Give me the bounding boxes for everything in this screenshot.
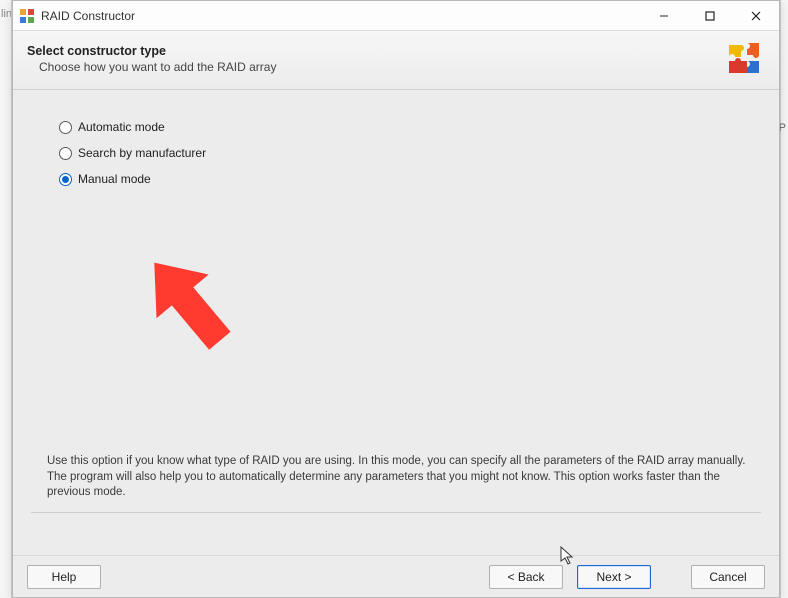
radio-label: Manual mode [78, 172, 151, 186]
option-description: Use this option if you know what type of… [47, 454, 755, 501]
app-icon [19, 8, 35, 24]
wizard-footer: Help < Back Next > Cancel [13, 555, 779, 597]
annotation-arrow-icon [129, 244, 249, 364]
help-button[interactable]: Help [27, 565, 101, 589]
close-button[interactable] [733, 1, 779, 30]
back-button[interactable]: < Back [489, 565, 563, 589]
page-title: Select constructor type [27, 44, 717, 58]
puzzle-icon [725, 39, 765, 79]
radio-icon [59, 121, 72, 134]
next-button[interactable]: Next > [577, 565, 651, 589]
radio-icon [59, 173, 72, 186]
maximize-button[interactable] [687, 1, 733, 30]
wizard-header: Select constructor type Choose how you w… [13, 31, 779, 90]
separator [31, 512, 761, 513]
content-area: Automatic mode Search by manufacturer Ma… [13, 90, 779, 555]
radio-manual-mode[interactable]: Manual mode [59, 172, 743, 186]
constructor-type-group: Automatic mode Search by manufacturer Ma… [59, 120, 743, 186]
cancel-button[interactable]: Cancel [691, 565, 765, 589]
page-subtitle: Choose how you want to add the RAID arra… [39, 60, 717, 74]
radio-label: Automatic mode [78, 120, 165, 134]
window-title: RAID Constructor [41, 9, 641, 23]
radio-automatic-mode[interactable]: Automatic mode [59, 120, 743, 134]
radio-label: Search by manufacturer [78, 146, 206, 160]
background-window-left: lin [0, 0, 12, 598]
radio-icon [59, 147, 72, 160]
radio-search-by-manufacturer[interactable]: Search by manufacturer [59, 146, 743, 160]
minimize-button[interactable] [641, 1, 687, 30]
dialog-window: RAID Constructor Select constructor type… [12, 0, 780, 598]
background-window-right [780, 0, 788, 598]
titlebar: RAID Constructor [13, 1, 779, 31]
